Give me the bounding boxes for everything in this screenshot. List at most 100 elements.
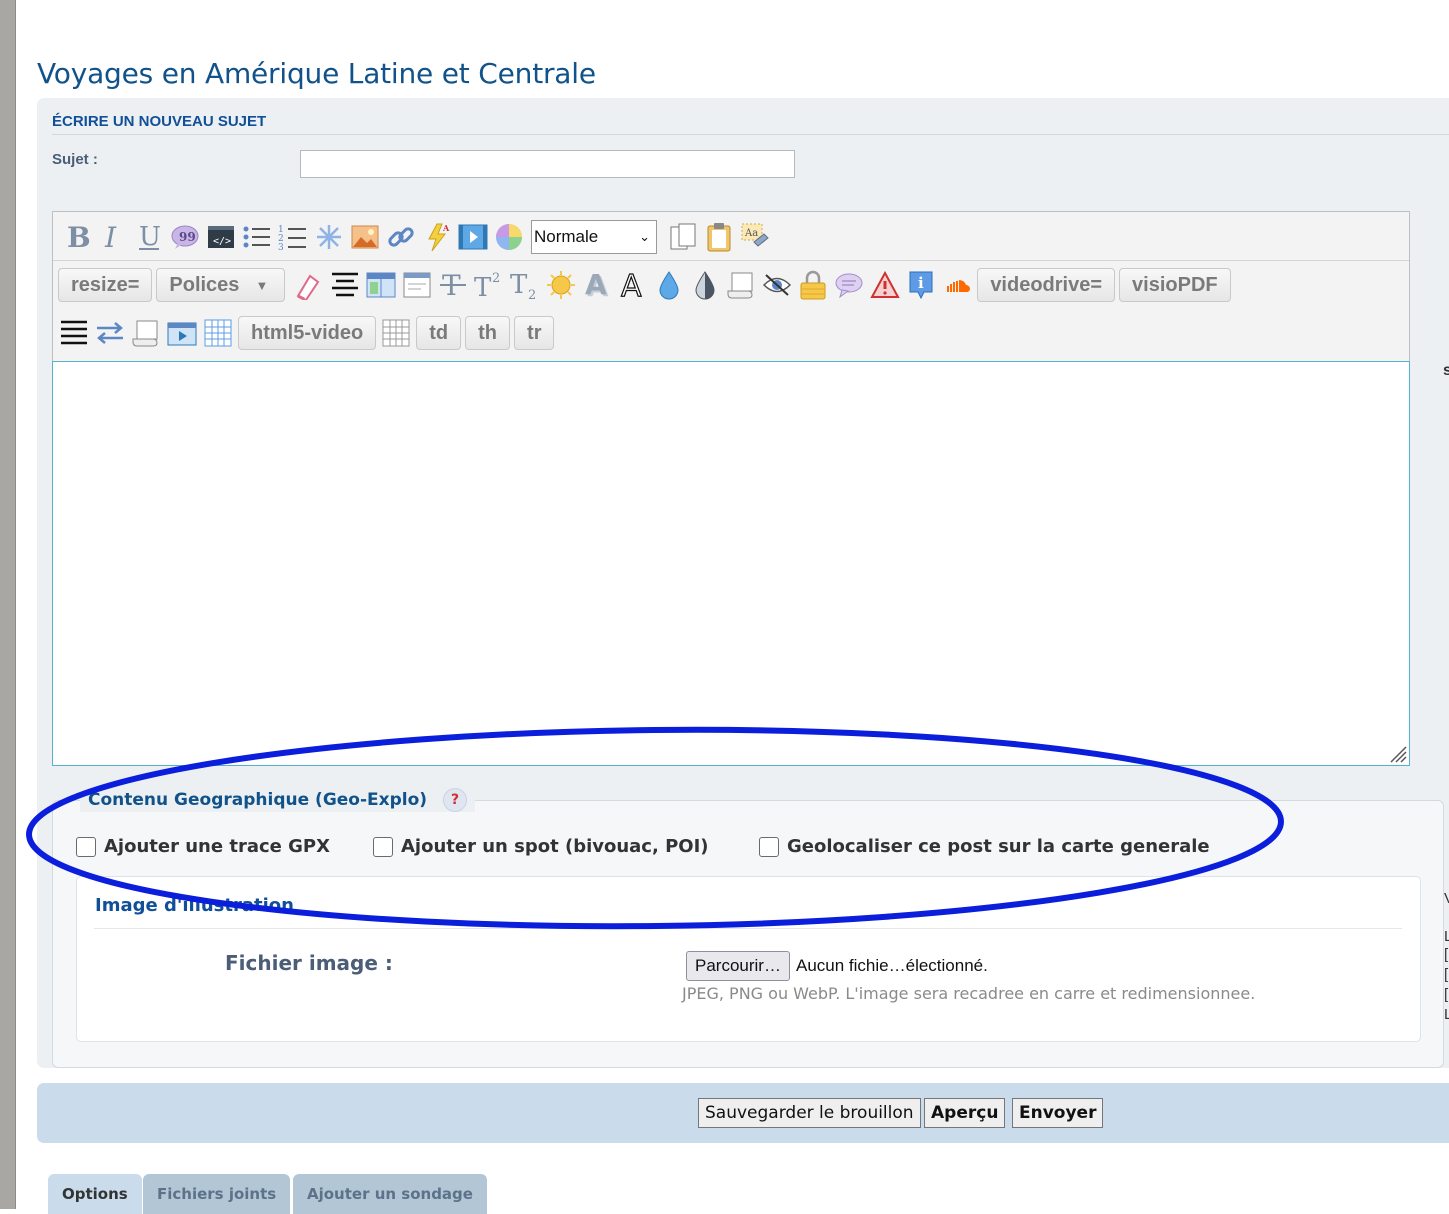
svg-text:i: i — [918, 274, 924, 292]
svg-text:3: 3 — [278, 243, 284, 251]
outline-text-icon[interactable]: A — [615, 268, 651, 302]
warning-icon[interactable] — [867, 268, 903, 302]
toolbar-row-1: B I U 99 </> 123 A Normale ⌄ Aa — [59, 220, 773, 254]
clipped-fragment: L — [1444, 1006, 1449, 1023]
scroll-icon-2[interactable] — [128, 316, 164, 350]
list-item-icon[interactable] — [311, 220, 347, 254]
submit-button[interactable]: Envoyer — [1012, 1098, 1104, 1128]
numbered-list-icon[interactable]: 123 — [275, 220, 311, 254]
paste-icon[interactable] — [701, 220, 737, 254]
geo-legend: Contenu Geographique (Geo-Explo) ? — [80, 788, 476, 812]
justify-icon[interactable] — [56, 316, 92, 350]
contrast-drop-icon[interactable] — [687, 268, 723, 302]
svg-text:A: A — [442, 223, 450, 233]
divider — [94, 928, 1402, 929]
tab-attachments[interactable]: Fichiers joints — [143, 1174, 291, 1214]
drop-icon[interactable] — [651, 268, 687, 302]
spot-label: Ajouter un spot (bivouac, POI) — [401, 836, 709, 857]
clipped-fragment: [ — [1444, 966, 1449, 983]
media-frame-icon[interactable] — [164, 316, 200, 350]
svg-text:U: U — [139, 222, 161, 252]
svg-text:2: 2 — [528, 288, 536, 300]
side-fragment: s — [1443, 362, 1449, 379]
image-icon[interactable] — [347, 220, 383, 254]
visiopdf-button[interactable]: visioPDF — [1119, 268, 1231, 302]
table-layout-icon[interactable] — [363, 268, 399, 302]
subscript-icon[interactable]: T2 — [507, 268, 543, 302]
font-size-value: Normale — [534, 227, 599, 246]
svg-text:Aa: Aa — [744, 228, 758, 239]
svg-text:2: 2 — [492, 271, 500, 286]
geolocate-checkbox[interactable] — [759, 836, 779, 857]
help-icon[interactable]: ? — [443, 788, 468, 812]
tr-button[interactable]: tr — [514, 316, 555, 350]
comment-icon[interactable] — [831, 268, 867, 302]
align-center-icon[interactable] — [327, 268, 363, 302]
soundcloud-icon[interactable] — [939, 268, 975, 302]
glow-icon[interactable] — [543, 268, 579, 302]
spoiler-eye-icon[interactable] — [759, 268, 795, 302]
tab-options[interactable]: Options — [48, 1174, 142, 1214]
subject-input[interactable] — [300, 150, 795, 178]
subject-label: Sujet : — [52, 151, 98, 168]
font-size-select[interactable]: Normale ⌄ — [531, 220, 657, 254]
info-icon[interactable]: i — [903, 268, 939, 302]
italic-icon[interactable]: I — [95, 220, 131, 254]
clipped-fragment: V — [1444, 890, 1449, 907]
polices-label: Polices — [169, 273, 240, 296]
resize-button[interactable]: resize= — [58, 268, 153, 302]
svg-text:I: I — [104, 222, 117, 252]
svg-text:B: B — [67, 222, 90, 252]
toolbar-row-3: html5-video td th tr — [56, 316, 556, 350]
quote-icon[interactable]: 99 — [167, 220, 203, 254]
form-heading: ÉCRIRE UN NOUVEAU SUJET — [52, 113, 267, 130]
gpx-option[interactable]: Ajouter une trace GPX — [76, 836, 330, 857]
bold-icon[interactable]: B — [59, 220, 95, 254]
shadow-text-icon[interactable]: AA — [579, 268, 615, 302]
html5-video-button[interactable]: html5-video — [238, 316, 377, 350]
videodrive-button[interactable]: videodrive= — [977, 268, 1116, 302]
td-button[interactable]: td — [416, 316, 462, 350]
highlight-icon[interactable] — [291, 268, 327, 302]
polices-dropdown[interactable]: Polices ▼ — [156, 268, 286, 302]
svg-text:A: A — [621, 270, 642, 300]
chevron-down-icon: ⌄ — [639, 229, 650, 244]
clipped-fragment: [ — [1444, 986, 1449, 1003]
spot-option[interactable]: Ajouter un spot (bivouac, POI) — [373, 836, 709, 857]
spellcheck-icon[interactable]: Aa — [737, 220, 773, 254]
strikethrough-icon[interactable]: T — [435, 268, 471, 302]
video-icon[interactable] — [455, 220, 491, 254]
template-icon[interactable] — [399, 268, 435, 302]
gpx-checkbox[interactable] — [76, 836, 96, 857]
underline-icon[interactable]: U — [131, 220, 167, 254]
message-textarea[interactable] — [52, 361, 1410, 766]
table-icon[interactable] — [378, 316, 414, 350]
svg-text:</>: </> — [213, 236, 231, 247]
scroll-icon[interactable] — [723, 268, 759, 302]
superscript-icon[interactable]: T2 — [471, 268, 507, 302]
svg-text:T: T — [474, 273, 492, 300]
bullet-list-icon[interactable] — [239, 220, 275, 254]
th-button[interactable]: th — [465, 316, 511, 350]
code-icon[interactable]: </> — [203, 220, 239, 254]
no-file-text: Aucun fichie…électionné. — [796, 956, 988, 975]
save-draft-button[interactable]: Sauvegarder le brouillon — [698, 1098, 921, 1128]
resize-grip-icon[interactable] — [1387, 743, 1407, 763]
page-title: Voyages en Amérique Latine et Centrale — [37, 57, 596, 90]
lock-icon[interactable] — [795, 268, 831, 302]
swap-icon[interactable] — [92, 316, 128, 350]
tab-poll[interactable]: Ajouter un sondage — [293, 1174, 487, 1214]
link-icon[interactable] — [383, 220, 419, 254]
toolbar-divider — [53, 260, 1409, 261]
grid-table-icon[interactable] — [200, 316, 236, 350]
geolocate-option[interactable]: Geolocaliser ce post sur la carte genera… — [759, 836, 1210, 857]
file-hint: JPEG, PNG ou WebP. L'image sera recadree… — [682, 984, 1256, 1003]
geo-legend-text: Contenu Geographique (Geo-Explo) — [88, 790, 428, 810]
copy-icon[interactable] — [665, 220, 701, 254]
preview-button[interactable]: Aperçu — [924, 1098, 1006, 1128]
browse-button[interactable]: Parcourir… — [686, 951, 790, 981]
flash-icon[interactable]: A — [419, 220, 455, 254]
spot-checkbox[interactable] — [373, 836, 393, 857]
color-icon[interactable] — [491, 220, 527, 254]
svg-text:A: A — [585, 270, 607, 300]
